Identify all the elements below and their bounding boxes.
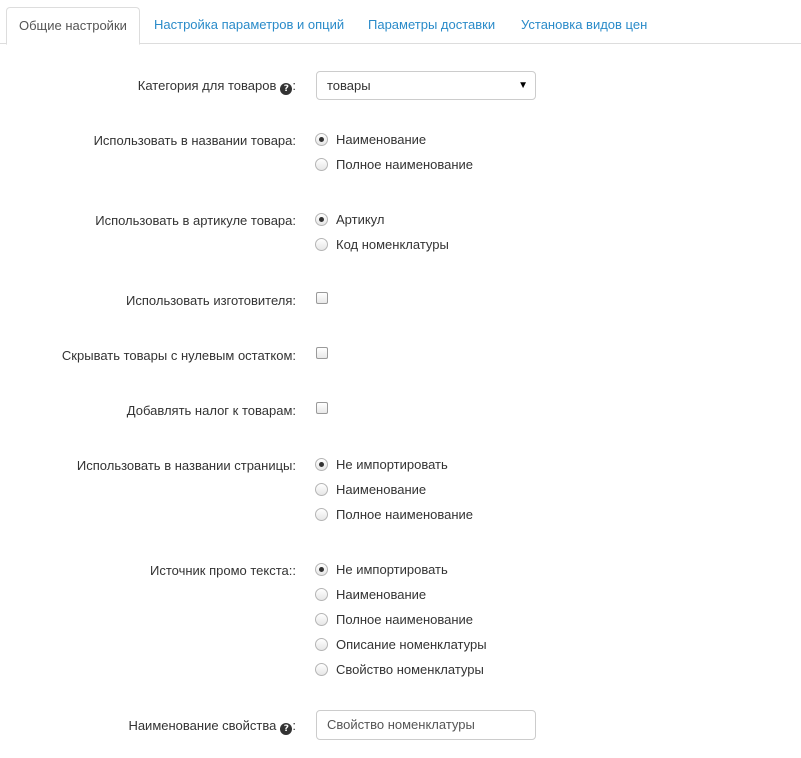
category-select[interactable]: товары ▼ (316, 71, 536, 100)
tab-bar: Общие настройки Настройка параметров и о… (0, 0, 801, 45)
category-label: Категория для товаров?: (138, 78, 296, 95)
radio-label: Не импортировать (336, 457, 448, 472)
property-name-label-suffix: : (292, 718, 296, 733)
promo-source-label: Источник промо текста:: (149, 563, 296, 578)
hide-zero-stock-checkbox[interactable] (316, 347, 328, 359)
page-name-option-name[interactable]: Наименование (315, 481, 426, 499)
radio-button[interactable] (315, 613, 328, 626)
article-option-code[interactable]: Код номенклатуры (315, 236, 449, 254)
page-name-option-none[interactable]: Не импортировать (315, 456, 448, 474)
promo-source-option-description[interactable]: Описание номенклатуры (315, 636, 487, 654)
promo-source-option-property[interactable]: Свойство номенклатуры (315, 661, 484, 679)
radio-button[interactable] (315, 563, 328, 576)
category-select-value: товары (327, 78, 371, 93)
tab-general-settings[interactable]: Общие настройки (6, 7, 140, 45)
radio-button[interactable] (315, 483, 328, 496)
property-name-label: Наименование свойства?: (128, 718, 296, 735)
product-name-option-name[interactable]: Наименование (315, 131, 426, 149)
product-name-option-full-name[interactable]: Полное наименование (315, 156, 473, 174)
radio-button[interactable] (315, 588, 328, 601)
promo-source-option-name[interactable]: Наименование (315, 586, 426, 604)
category-label-text: Категория для товаров (137, 78, 277, 93)
radio-label: Полное наименование (336, 612, 474, 627)
radio-label: Полное наименование (336, 157, 474, 172)
radio-label: Не импортировать (336, 562, 448, 577)
radio-button[interactable] (315, 238, 328, 251)
help-circle-icon[interactable]: ? (280, 723, 293, 735)
tab-delivery-parameters[interactable]: Параметры доставки (356, 7, 507, 45)
radio-label: Свойство номенклатуры (336, 662, 484, 677)
property-name-label-text: Наименование свойства (128, 718, 277, 733)
article-label: Использовать в артикуле товара: (95, 213, 296, 228)
page-name-option-full-name[interactable]: Полное наименование (315, 506, 473, 524)
help-circle-icon[interactable]: ? (280, 83, 293, 95)
add-tax-checkbox[interactable] (316, 402, 328, 414)
radio-label: Описание номенклатуры (336, 637, 487, 652)
radio-button[interactable] (315, 663, 328, 676)
radio-label: Код номенклатуры (336, 237, 449, 252)
product-name-label: Использовать в названии товара: (93, 133, 296, 148)
radio-button[interactable] (315, 458, 328, 471)
add-tax-label: Добавлять налог к товарам: (126, 403, 296, 418)
caret-down-icon: ▼ (518, 80, 528, 91)
radio-button[interactable] (315, 638, 328, 651)
radio-button[interactable] (315, 158, 328, 171)
tab-parameters-options[interactable]: Настройка параметров и опций (142, 7, 356, 45)
article-option-article[interactable]: Артикул (315, 211, 384, 229)
hide-zero-stock-label: Скрывать товары с нулевым остатком: (61, 348, 296, 363)
promo-source-option-none[interactable]: Не импортировать (315, 561, 448, 579)
promo-source-option-full-name[interactable]: Полное наименование (315, 611, 473, 629)
radio-label: Наименование (336, 132, 427, 147)
radio-button[interactable] (315, 213, 328, 226)
radio-label: Артикул (336, 212, 385, 227)
radio-label: Полное наименование (336, 507, 474, 522)
manufacturer-label: Использовать изготовителя: (126, 293, 296, 308)
radio-label: Наименование (336, 482, 427, 497)
page-name-label: Использовать в названии страницы: (76, 458, 296, 473)
manufacturer-checkbox[interactable] (316, 292, 328, 304)
radio-button[interactable] (315, 508, 328, 521)
radio-button[interactable] (315, 133, 328, 146)
property-name-input[interactable]: Свойство номенклатуры (316, 710, 536, 740)
tab-price-types[interactable]: Установка видов цен (509, 7, 659, 45)
category-label-suffix: : (292, 78, 296, 93)
radio-label: Наименование (336, 587, 427, 602)
